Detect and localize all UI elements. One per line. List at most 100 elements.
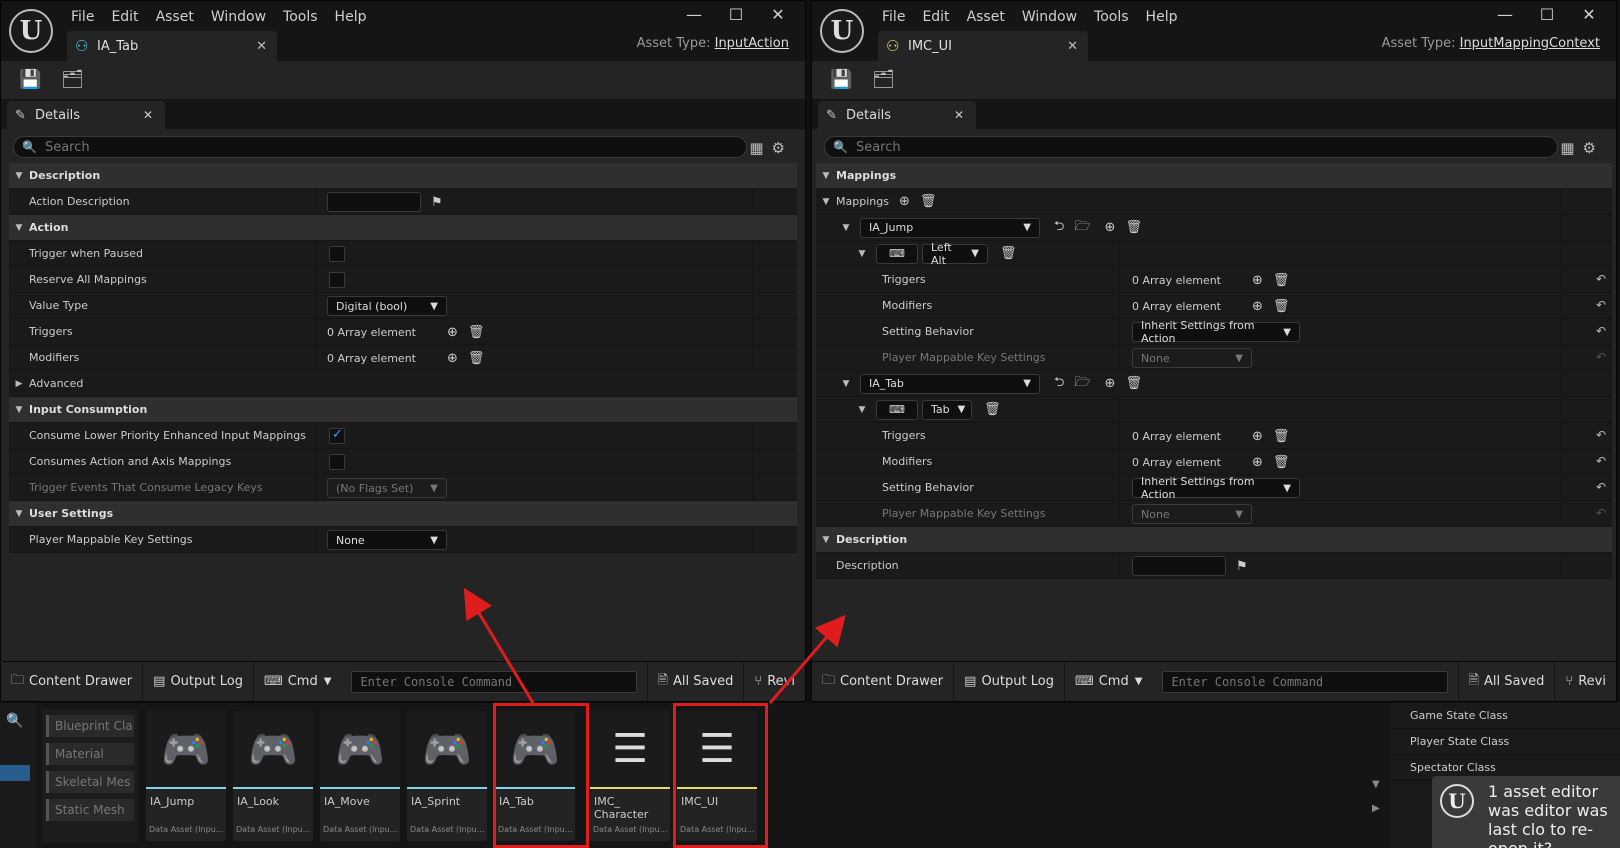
close-window-icon[interactable]: ✕ xyxy=(757,5,799,24)
value-type-dropdown[interactable]: Digital (bool) ▼ xyxy=(327,296,447,316)
asset-tile-ia-move[interactable]: 🎮 IA_Move Data Asset (Inpu... xyxy=(320,711,400,841)
unreal-logo-icon[interactable]: U xyxy=(9,9,53,53)
close-details-icon[interactable]: ✕ xyxy=(143,108,153,122)
collapse-icon[interactable]: ▼ xyxy=(816,197,836,207)
menu-file[interactable]: File xyxy=(882,7,918,27)
action-dropdown-ia-tab[interactable]: IA_Tab ▼ xyxy=(860,373,1040,394)
menu-asset[interactable]: Asset xyxy=(967,7,1018,27)
revision-control-button[interactable]: ⑂ Revi xyxy=(744,662,805,701)
save-icon[interactable]: 💾 xyxy=(830,69,852,90)
action-description-field[interactable] xyxy=(327,192,421,212)
scroll-right-icon[interactable]: ▶ xyxy=(1372,803,1380,814)
filter-static-mesh[interactable]: Static Mesh xyxy=(46,799,134,821)
add-element-icon[interactable]: ⊕ xyxy=(1252,273,1263,288)
localization-flag-icon[interactable]: ⚑ xyxy=(431,195,443,210)
table-view-icon[interactable]: ▦ xyxy=(749,139,771,157)
browse-icon[interactable]: 🗁 xyxy=(1074,217,1090,239)
close-tab-icon[interactable]: ✕ xyxy=(1067,39,1078,54)
all-saved-button[interactable]: 🗎 All Saved xyxy=(1457,662,1556,701)
browse-asset-icon[interactable]: 🗂 xyxy=(61,69,84,90)
collapse-icon[interactable]: ▼ xyxy=(836,223,856,233)
setting-behavior-dropdown[interactable]: Inherit Settings from Action ▼ xyxy=(1132,319,1300,345)
delete-icon[interactable]: 🗑 xyxy=(1273,273,1290,288)
browse-asset-icon[interactable]: 🗂 xyxy=(872,69,895,90)
menu-help[interactable]: Help xyxy=(335,7,380,27)
output-log-button[interactable]: ▤ Output Log xyxy=(143,662,254,701)
key-selector-button[interactable]: ⌨ xyxy=(876,243,918,264)
menu-window[interactable]: Window xyxy=(211,7,279,27)
delete-icon[interactable]: 🗑 xyxy=(1125,376,1142,391)
maximize-icon[interactable]: ☐ xyxy=(715,5,757,24)
maximize-icon[interactable]: ☐ xyxy=(1526,5,1568,24)
minimize-icon[interactable]: — xyxy=(1484,5,1526,24)
add-element-icon[interactable]: ⊕ xyxy=(447,325,458,340)
search-input[interactable] xyxy=(855,139,1536,155)
row-advanced[interactable]: ▶ Advanced xyxy=(9,371,797,397)
category-description[interactable]: ▼ Description xyxy=(816,527,1612,553)
menu-window[interactable]: Window xyxy=(1022,7,1090,27)
description-field[interactable] xyxy=(1132,556,1226,576)
player-mappable-dropdown[interactable]: None ▼ xyxy=(327,530,447,550)
asset-tile-imc-character[interactable]: ☰ IMC_ Character Data Asset (Inpu... xyxy=(590,711,670,841)
delete-icon[interactable]: 🗑 xyxy=(468,325,485,340)
key-dropdown-left-alt[interactable]: Left Alt ▼ xyxy=(922,241,988,267)
delete-icon[interactable]: 🗑 xyxy=(468,351,485,366)
menu-help[interactable]: Help xyxy=(1146,7,1191,27)
filter-blueprint-class[interactable]: Blueprint Cla xyxy=(46,715,134,737)
consume-lower-priority-checkbox[interactable] xyxy=(329,427,345,444)
collapse-icon[interactable]: ▼ xyxy=(836,379,856,389)
add-mapping-icon[interactable]: ⊕ xyxy=(899,194,910,209)
delete-icon[interactable]: 🗑 xyxy=(1125,220,1142,235)
details-tab[interactable]: ✎ Details ✕ xyxy=(818,101,976,129)
consumes-action-axis-checkbox[interactable] xyxy=(329,454,345,470)
use-selected-icon[interactable]: ⮌ xyxy=(1054,373,1064,395)
reset-icon[interactable]: ↶ xyxy=(1596,272,1606,286)
add-element-icon[interactable]: ⊕ xyxy=(1252,455,1263,470)
add-element-icon[interactable]: ⊕ xyxy=(1252,299,1263,314)
close-window-icon[interactable]: ✕ xyxy=(1568,5,1610,24)
all-saved-button[interactable]: 🗎 All Saved xyxy=(646,662,745,701)
category-mappings[interactable]: ▼ Mappings xyxy=(816,163,1612,189)
search-icon[interactable]: 🔍 xyxy=(6,713,23,729)
menu-edit[interactable]: Edit xyxy=(922,7,962,27)
filter-material[interactable]: Material xyxy=(46,743,134,765)
delete-icon[interactable]: 🗑 xyxy=(1273,429,1290,444)
category-user-settings[interactable]: ▼ User Settings xyxy=(9,501,797,527)
browse-icon[interactable]: 🗁 xyxy=(1074,373,1090,395)
console-input[interactable] xyxy=(1171,674,1442,689)
unreal-logo-icon[interactable]: U xyxy=(820,9,864,53)
category-description[interactable]: ▼ Description xyxy=(9,163,797,189)
asset-tile-ia-jump[interactable]: 🎮 IA_Jump Data Asset (Inpu... xyxy=(146,711,226,841)
cmd-dropdown[interactable]: ⌨ Cmd ▼ xyxy=(1065,662,1152,701)
reset-icon[interactable]: ↶ xyxy=(1596,298,1606,312)
localization-flag-icon[interactable]: ⚑ xyxy=(1236,559,1248,574)
reserve-all-mappings-checkbox[interactable] xyxy=(329,272,345,288)
delete-all-icon[interactable]: 🗑 xyxy=(920,194,937,209)
revision-control-button[interactable]: ⑂ Revi xyxy=(1555,662,1616,701)
add-element-icon[interactable]: ⊕ xyxy=(1105,376,1116,391)
reset-icon[interactable]: ↶ xyxy=(1596,428,1606,442)
settings-gear-icon[interactable]: ⚙ xyxy=(772,139,793,157)
menu-tools[interactable]: Tools xyxy=(283,7,331,27)
content-drawer-button[interactable]: 🗀 Content Drawer xyxy=(812,662,955,701)
reset-icon[interactable]: ↶ xyxy=(1596,480,1606,494)
category-input-consumption[interactable]: ▼ Input Consumption xyxy=(9,397,797,423)
asset-tile-ia-look[interactable]: 🎮 IA_Look Data Asset (Inpu... xyxy=(233,711,313,841)
menu-file[interactable]: File xyxy=(71,7,107,27)
content-drawer-button[interactable]: 🗀 Content Drawer xyxy=(1,662,144,701)
collapse-icon[interactable]: ▼ xyxy=(852,405,872,415)
menu-asset[interactable]: Asset xyxy=(156,7,207,27)
add-element-icon[interactable]: ⊕ xyxy=(447,351,458,366)
asset-tab[interactable]: ⚇ IMC_UI ✕ xyxy=(878,31,1088,61)
key-selector-button[interactable]: ⌨ xyxy=(876,399,918,420)
trigger-when-paused-checkbox[interactable] xyxy=(329,246,345,262)
category-action[interactable]: ▼ Action xyxy=(9,215,797,241)
save-icon[interactable]: 💾 xyxy=(19,69,41,90)
add-element-icon[interactable]: ⊕ xyxy=(1252,429,1263,444)
menu-tools[interactable]: Tools xyxy=(1094,7,1142,27)
action-dropdown-ia-jump[interactable]: IA_Jump ▼ xyxy=(860,217,1040,238)
minimize-icon[interactable]: — xyxy=(673,5,715,24)
delete-icon[interactable]: 🗑 xyxy=(1000,246,1017,261)
add-element-icon[interactable]: ⊕ xyxy=(1105,220,1116,235)
output-log-button[interactable]: ▤ Output Log xyxy=(954,662,1065,701)
